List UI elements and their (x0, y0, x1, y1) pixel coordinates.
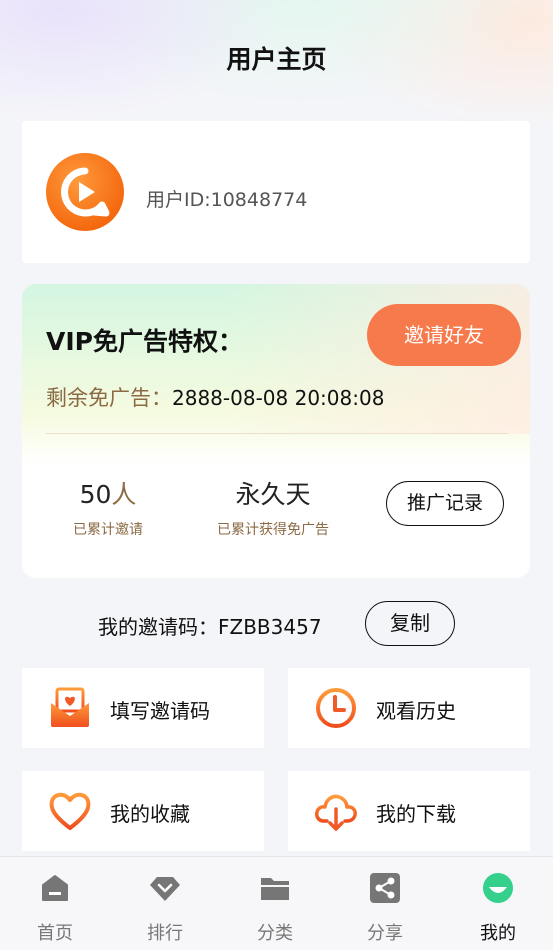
vip-card: VIP免广告特权： 邀请好友 剩余免广告：2888-08-08 20:08:08… (22, 284, 530, 578)
tab-category[interactable]: 分类 (220, 857, 330, 950)
menu-enter-invite-code[interactable]: 填写邀请码 (22, 668, 264, 748)
tab-home[interactable]: 首页 (0, 857, 110, 950)
menu-label: 填写邀请码 (110, 699, 210, 723)
tab-ranking[interactable]: 排行 (110, 857, 220, 950)
page-title: 用户主页 (226, 45, 327, 74)
profile-face-icon (483, 873, 513, 903)
clock-icon (316, 688, 356, 728)
user-id: 用户ID:10848774 (146, 189, 308, 211)
tab-label: 分享 (367, 923, 403, 944)
home-icon (42, 875, 68, 901)
divider (46, 433, 508, 434)
heart-icon (49, 792, 91, 830)
stat-ad-free-number: 永久天 (235, 480, 311, 509)
remaining-value: 2888-08-08 20:08:08 (172, 386, 385, 410)
avatar[interactable] (46, 153, 124, 231)
tab-label: 分类 (257, 923, 293, 944)
tab-mine[interactable]: 我的 (443, 857, 553, 950)
stat-ad-free-days: 永久天 已累计获得免广告 (206, 475, 340, 539)
profile-card[interactable]: 用户ID:10848774 (22, 121, 530, 263)
remaining-label: 剩余免广告： (46, 386, 172, 410)
play-logo-icon (61, 167, 110, 217)
menu-label: 观看历史 (376, 699, 456, 723)
menu-my-downloads[interactable]: 我的下载 (288, 771, 530, 851)
cloud-download-icon (315, 794, 357, 831)
menu-watch-history[interactable]: 观看历史 (288, 668, 530, 748)
tab-label: 排行 (147, 923, 183, 944)
bottom-tab-bar: 首页 排行 分类 分享 我的 (0, 856, 553, 950)
remaining-ad-free: 剩余免广告：2888-08-08 20:08:08 (46, 382, 384, 412)
menu-my-favorites[interactable]: 我的收藏 (22, 771, 264, 851)
invite-friends-button[interactable]: 邀请好友 (367, 304, 521, 366)
tab-share[interactable]: 分享 (330, 857, 440, 950)
invite-code-label: 我的邀请码： (98, 615, 218, 639)
share-icon (370, 873, 400, 903)
stat-ad-free-caption: 已累计获得免广告 (217, 522, 329, 538)
vip-title: VIP免广告特权： (46, 327, 243, 356)
invite-code-value: FZBB3457 (218, 615, 322, 639)
menu-label: 我的下载 (376, 802, 456, 826)
invite-code-row: 我的邀请码：FZBB3457 (98, 611, 322, 640)
copy-button[interactable]: 复制 (365, 601, 455, 646)
menu-label: 我的收藏 (110, 802, 190, 826)
diamond-icon (150, 877, 180, 901)
promotion-records-button[interactable]: 推广记录 (386, 481, 504, 526)
folder-icon (261, 878, 289, 900)
stat-invited-number: 50 (79, 480, 112, 509)
tab-label: 我的 (480, 923, 516, 944)
tab-label: 首页 (37, 923, 73, 944)
stat-invited-caption: 已累计邀请 (73, 522, 143, 538)
stat-invited-unit: 人 (111, 480, 137, 509)
mail-heart-icon (51, 687, 89, 727)
stat-invited: 50人 已累计邀请 (58, 475, 158, 539)
